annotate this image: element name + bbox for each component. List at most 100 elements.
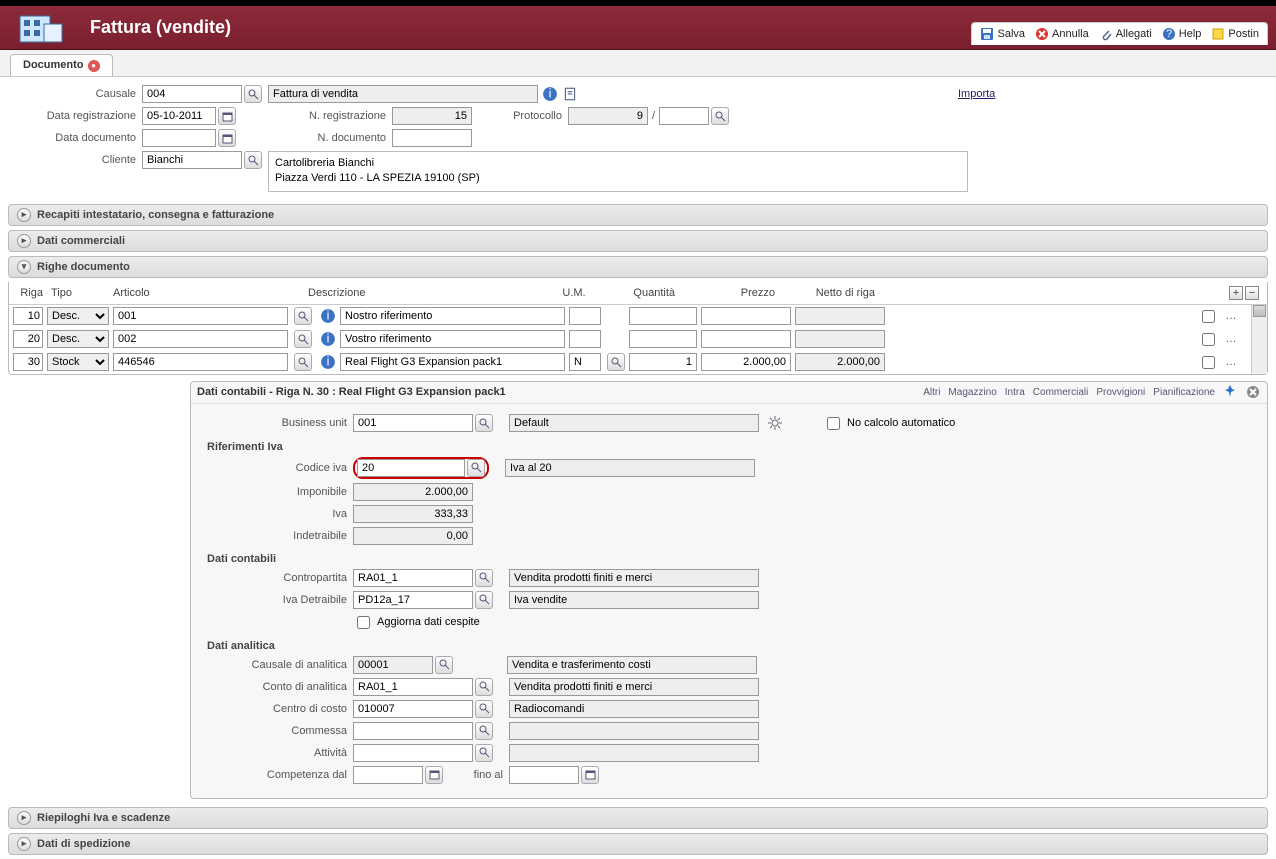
detail-tab-intra[interactable]: Intra — [1005, 387, 1025, 398]
row-more-button[interactable]: … — [1219, 333, 1243, 345]
codice-iva-lookup-icon[interactable] — [467, 459, 485, 477]
riga-input[interactable] — [13, 330, 43, 348]
postin-button[interactable]: Postin — [1211, 27, 1259, 41]
netto-input — [795, 353, 885, 371]
articolo-input[interactable] — [113, 307, 288, 325]
help-button[interactable]: ?Help — [1162, 27, 1202, 41]
contropartita-input[interactable] — [353, 569, 473, 587]
codice-iva-input[interactable] — [357, 459, 465, 477]
panel-spedizione[interactable]: ▸Dati di spedizione — [8, 833, 1268, 855]
um-input[interactable] — [569, 330, 601, 348]
quantita-input[interactable] — [629, 307, 697, 325]
commessa-input[interactable] — [353, 722, 473, 740]
calendar-icon[interactable] — [218, 107, 236, 125]
table-row[interactable]: Stock i … — [9, 351, 1251, 374]
vertical-scrollbar[interactable] — [1251, 305, 1267, 374]
panel-righe-documento[interactable]: ▾Righe documento — [8, 256, 1268, 278]
nocalc-checkbox[interactable]: No calcolo automatico — [823, 414, 955, 433]
quantita-input[interactable] — [629, 330, 697, 348]
quantita-input[interactable] — [629, 353, 697, 371]
lookup-icon[interactable] — [294, 307, 312, 325]
panel-riepiloghi[interactable]: ▸Riepiloghi Iva e scadenze — [8, 807, 1268, 829]
tab-documento[interactable]: Documento● — [10, 54, 113, 76]
gear-icon[interactable] — [767, 415, 783, 431]
n-doc-input[interactable] — [392, 129, 472, 147]
panel-dati-commerciali[interactable]: ▸Dati commerciali — [8, 230, 1268, 252]
pin-icon[interactable] — [1223, 384, 1237, 401]
panel-recapiti[interactable]: ▸Recapiti intestatario, consegna e fattu… — [8, 204, 1268, 226]
causale-input[interactable] — [142, 85, 242, 103]
info-icon[interactable]: i — [542, 86, 558, 102]
lookup-icon[interactable] — [607, 353, 625, 371]
calendar-icon[interactable] — [425, 766, 443, 784]
detail-tab-commerciali[interactable]: Commerciali — [1033, 387, 1089, 398]
lookup-icon[interactable] — [435, 656, 453, 674]
row-more-button[interactable]: … — [1219, 310, 1243, 322]
articolo-input[interactable] — [113, 353, 288, 371]
tabstrip: Documento● — [0, 50, 1276, 77]
descrizione-input[interactable] — [340, 307, 565, 325]
row-checkbox[interactable] — [1202, 310, 1215, 323]
descrizione-input[interactable] — [340, 330, 565, 348]
lookup-icon[interactable] — [475, 678, 493, 696]
data-reg-input[interactable] — [142, 107, 216, 125]
row-checkbox[interactable] — [1202, 333, 1215, 346]
articolo-input[interactable] — [113, 330, 288, 348]
calendar-icon[interactable] — [218, 129, 236, 147]
prezzo-input[interactable] — [701, 307, 791, 325]
data-doc-input[interactable] — [142, 129, 216, 147]
info-icon[interactable]: i — [320, 331, 336, 347]
iva-detraibile-input[interactable] — [353, 591, 473, 609]
conto-analitica-input[interactable] — [353, 678, 473, 696]
info-icon[interactable]: i — [320, 308, 336, 324]
lookup-icon[interactable] — [294, 330, 312, 348]
calendar-icon[interactable] — [581, 766, 599, 784]
riga-input[interactable] — [13, 307, 43, 325]
tipo-select[interactable]: Desc. — [47, 307, 109, 325]
remove-row-button[interactable]: − — [1245, 286, 1259, 300]
detail-tabs: Altri Magazzino Intra Commerciali Provvi… — [923, 384, 1261, 401]
detail-tab-magazzino[interactable]: Magazzino — [948, 387, 996, 398]
aggiorna-cespite-checkbox[interactable]: Aggiorna dati cespite — [353, 613, 480, 632]
cliente-input[interactable] — [142, 151, 242, 169]
detail-tab-pianificazione[interactable]: Pianificazione — [1153, 387, 1215, 398]
descrizione-input[interactable] — [340, 353, 565, 371]
close-icon[interactable] — [1245, 384, 1261, 400]
lookup-icon[interactable] — [475, 722, 493, 740]
detail-tab-altri[interactable]: Altri — [923, 387, 940, 398]
table-row[interactable]: Desc. i … — [9, 305, 1251, 328]
centro-costo-input[interactable] — [353, 700, 473, 718]
causale-lookup-icon[interactable] — [244, 85, 262, 103]
table-row[interactable]: Desc. i … — [9, 328, 1251, 351]
bu-input[interactable] — [353, 414, 473, 432]
bu-lookup-icon[interactable] — [475, 414, 493, 432]
protocollo-suffix-input[interactable] — [659, 107, 709, 125]
add-row-button[interactable]: + — [1229, 286, 1243, 300]
save-button[interactable]: Salva — [980, 27, 1025, 41]
lookup-icon[interactable] — [294, 353, 312, 371]
detail-tab-provvigioni[interactable]: Provvigioni — [1096, 387, 1145, 398]
riga-input[interactable] — [13, 353, 43, 371]
lookup-icon[interactable] — [475, 700, 493, 718]
document-icon[interactable] — [562, 86, 578, 102]
attivita-input[interactable] — [353, 744, 473, 762]
protocollo-lookup-icon[interactable] — [711, 107, 729, 125]
prezzo-input[interactable] — [701, 353, 791, 371]
row-more-button[interactable]: … — [1219, 356, 1243, 368]
tipo-select[interactable]: Stock — [47, 353, 109, 371]
fino-al-input[interactable] — [509, 766, 579, 784]
cliente-lookup-icon[interactable] — [244, 151, 262, 169]
um-input[interactable] — [569, 353, 601, 371]
import-link[interactable]: Importa — [958, 88, 995, 100]
attachments-button[interactable]: Allegati — [1099, 27, 1152, 41]
info-icon[interactable]: i — [320, 354, 336, 370]
competenza-dal-input[interactable] — [353, 766, 423, 784]
tipo-select[interactable]: Desc. — [47, 330, 109, 348]
um-input[interactable] — [569, 307, 601, 325]
cancel-button[interactable]: Annulla — [1035, 27, 1089, 41]
lookup-icon[interactable] — [475, 569, 493, 587]
prezzo-input[interactable] — [701, 330, 791, 348]
lookup-icon[interactable] — [475, 591, 493, 609]
row-checkbox[interactable] — [1202, 356, 1215, 369]
lookup-icon[interactable] — [475, 744, 493, 762]
